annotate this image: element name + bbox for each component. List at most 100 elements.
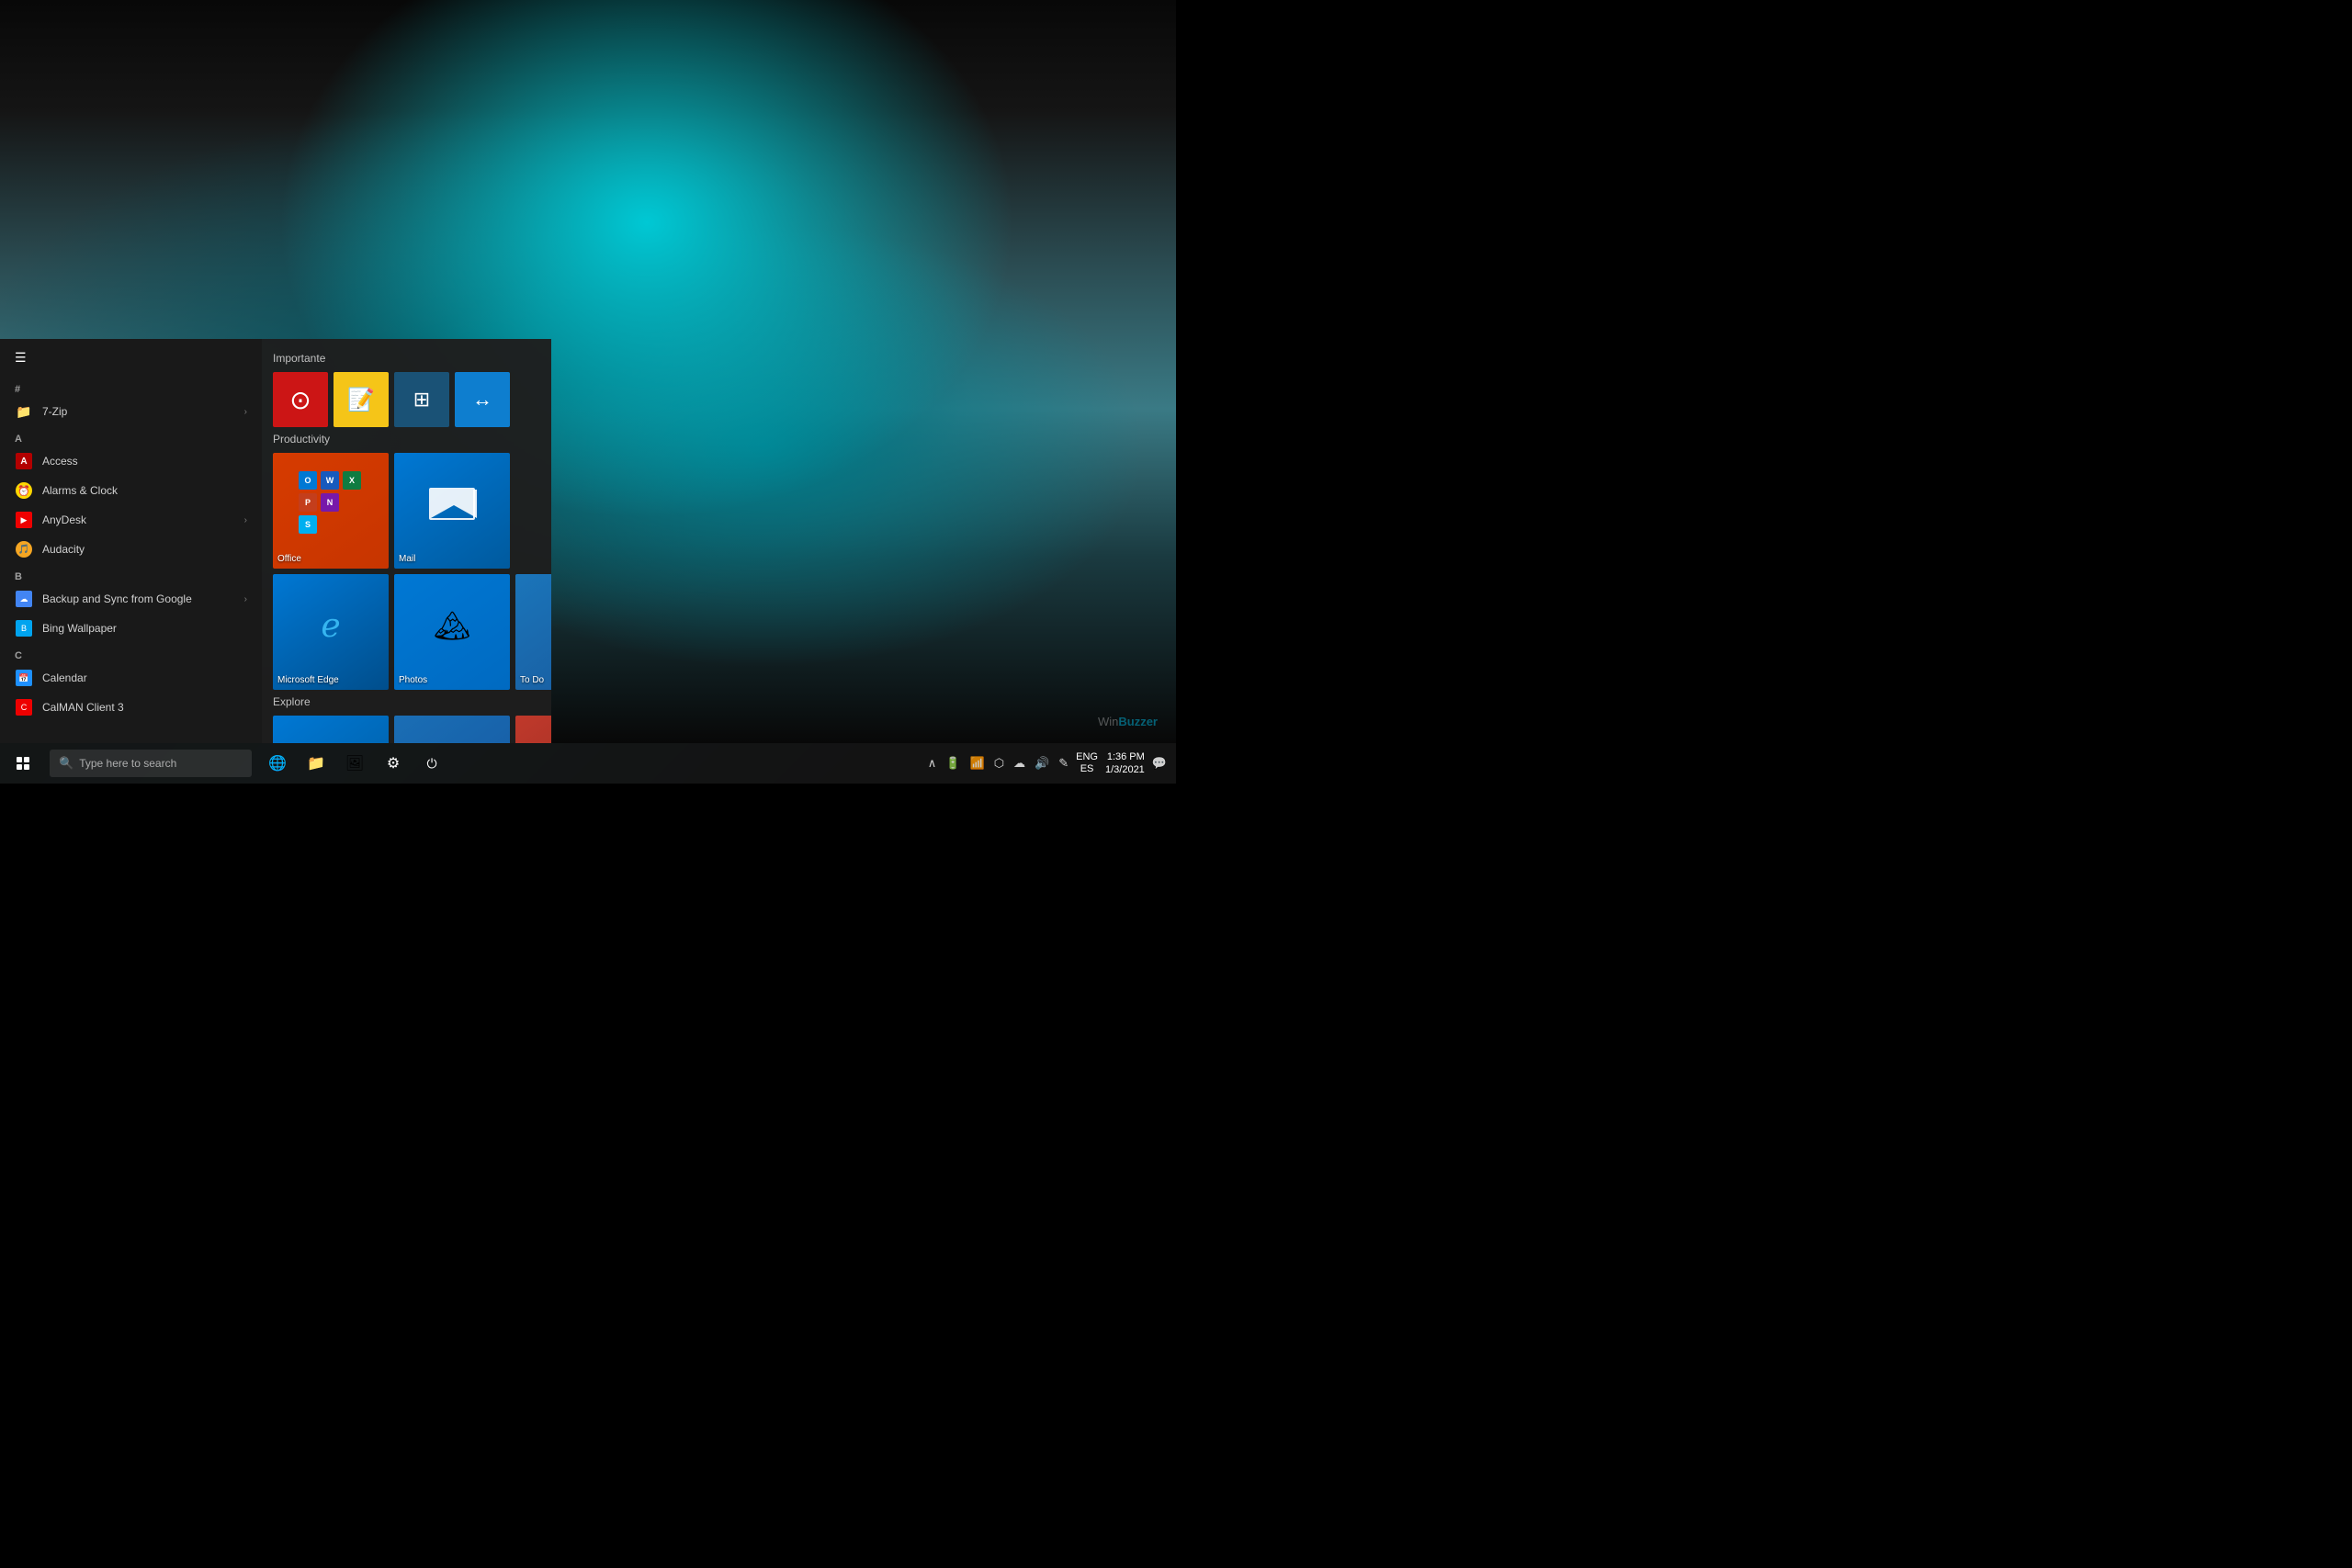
app-item-alarms[interactable]: ⏰ Alarms & Clock <box>0 476 262 505</box>
section-hash: # <box>0 380 262 397</box>
app-item-7zip[interactable]: 📁 7-Zip › <box>0 397 262 426</box>
search-placeholder: Type here to search <box>79 757 176 770</box>
tile-office-name: Office <box>277 554 301 565</box>
empty-icon3 <box>343 515 361 534</box>
word-icon: W <box>321 471 339 490</box>
app-name-bing: Bing Wallpaper <box>42 622 117 635</box>
tray-wifi-icon[interactable]: ⬡ <box>994 756 1004 771</box>
app-name-audacity: Audacity <box>42 543 85 556</box>
anydesk-icon: ▶ <box>16 512 32 528</box>
app-icon-access: A <box>15 452 33 470</box>
section-b: B <box>0 568 262 584</box>
language-primary: ENG <box>1076 751 1098 763</box>
tray-weather-icon[interactable]: ☁ <box>1013 756 1025 771</box>
win-key-bl <box>17 764 22 770</box>
watermark: WinBuzzer <box>1098 715 1158 728</box>
taskbar-pinned-apps: 🌐 📁 🖼 ⚙ ⏻ <box>259 743 450 784</box>
outlook-icon: O <box>299 471 317 490</box>
taskbar-app-photos[interactable]: 🖼 <box>336 743 373 784</box>
tile-opera[interactable]: ⊙ <box>273 372 328 427</box>
start-button[interactable] <box>0 743 46 784</box>
app-list: # 📁 7-Zip › A A Access <box>0 377 262 743</box>
app-icon-7zip: 📁 <box>15 402 33 421</box>
tile-news[interactable]: 👤 News <box>515 716 551 743</box>
language-secondary: ES <box>1080 763 1094 775</box>
tile-todo-name: To Do <box>520 675 544 686</box>
tile-stickynotes[interactable]: 📝 <box>334 372 389 427</box>
tile-store[interactable]: 🛍 Microsoft Store <box>273 716 389 743</box>
app-item-access[interactable]: A Access <box>0 446 262 476</box>
win-key-tl <box>17 757 22 762</box>
taskbar-app-files[interactable]: 📁 <box>298 743 334 784</box>
tray-network-icon[interactable]: 📶 <box>970 756 985 771</box>
app-item-anydesk[interactable]: ▶ AnyDesk › <box>0 505 262 535</box>
section-c: C <box>0 647 262 663</box>
photos-tile-icon: 🏔 <box>434 608 471 643</box>
app-item-backup[interactable]: ☁ Backup and Sync from Google › <box>0 584 262 614</box>
start-menu: ☰ # 📁 7-Zip › A A Acc <box>0 339 551 743</box>
taskbar-app-settings[interactable]: ⚙ <box>375 743 412 784</box>
chevron-icon-backup: › <box>244 594 247 604</box>
clock-date: 1/3/2021 <box>1105 763 1145 776</box>
search-icon: 🔍 <box>59 756 74 771</box>
tile-teamviewer[interactable]: ↔ <box>455 372 510 427</box>
start-menu-header: ☰ <box>0 339 262 377</box>
tile-edge[interactable]: ℯ Microsoft Edge <box>273 574 389 690</box>
tile-mail[interactable]: Mail <box>394 453 510 569</box>
weather-content: ☀ Sunny 43° 43° / 32° Madrid <box>394 716 510 743</box>
chevron-icon-anydesk: › <box>244 515 247 525</box>
taskbar-language[interactable]: ENG ES <box>1076 751 1098 775</box>
clock-time: 1:36 PM <box>1107 750 1145 763</box>
tile-photos[interactable]: 🏔 Photos <box>394 574 510 690</box>
tile-office[interactable]: O W X P N S Office <box>273 453 389 569</box>
tiles-panel: Importante ⊙ 📝 ⊞ ↔ Productivity <box>262 339 551 743</box>
taskbar-search[interactable]: 🔍 Type here to search <box>50 750 252 777</box>
onenote-icon: N <box>321 493 339 512</box>
taskbar: 🔍 Type here to search 🌐 📁 🖼 ⚙ ⏻ ∧ 🔋 📶 ⬡ … <box>0 743 1176 784</box>
notifications-icon[interactable]: 💬 <box>1152 756 1167 771</box>
section-title-productivity: Productivity <box>273 433 540 446</box>
app-name-7zip: 7-Zip <box>42 405 67 418</box>
tray-battery-icon[interactable]: 🔋 <box>945 756 960 771</box>
weather-icon: ☀ <box>401 740 422 743</box>
tile-photos-name: Photos <box>399 675 427 686</box>
excel-icon: X <box>343 471 361 490</box>
app-icon-alarms: ⏰ <box>15 481 33 500</box>
win-key-tr <box>24 757 29 762</box>
access-icon: A <box>16 453 32 469</box>
mail-envelope-icon <box>429 488 475 520</box>
edge-icon: ℯ <box>321 606 340 645</box>
tile-todo[interactable]: ✔ To Do <box>515 574 551 690</box>
tile-weather[interactable]: ☀ Sunny 43° 43° / 32° Madrid <box>394 716 510 743</box>
app-item-calendar[interactable]: 📅 Calendar <box>0 663 262 693</box>
calendar-icon: 📅 <box>16 670 32 686</box>
win-key-br <box>24 764 29 770</box>
tray-volume-icon[interactable]: 🔊 <box>1035 756 1049 771</box>
section-title-importante: Importante <box>273 352 540 365</box>
app-name-access: Access <box>42 455 78 468</box>
tray-edit-icon[interactable]: ✎ <box>1058 756 1069 771</box>
taskbar-clock[interactable]: 1:36 PM 1/3/2021 <box>1105 750 1145 777</box>
empty-icon2 <box>321 515 339 534</box>
app-icon-audacity: 🎵 <box>15 540 33 558</box>
taskbar-system-tray: ∧ 🔋 📶 ⬡ ☁ 🔊 ✎ ENG ES 1:36 PM 1/3/2021 💬 <box>928 750 1176 777</box>
section-a: A <box>0 430 262 446</box>
app-name-anydesk: AnyDesk <box>42 513 86 526</box>
app-item-audacity[interactable]: 🎵 Audacity <box>0 535 262 564</box>
tile-vmware[interactable]: ⊞ <box>394 372 449 427</box>
app-item-bing[interactable]: B Bing Wallpaper <box>0 614 262 643</box>
bing-icon: B <box>16 620 32 637</box>
skype-icon: S <box>299 515 317 534</box>
app-icon-calendar: 📅 <box>15 669 33 687</box>
app-name-calman: CalMAN Client 3 <box>42 701 124 714</box>
tray-arrow-icon[interactable]: ∧ <box>928 756 937 771</box>
productivity-tiles-row-2: ℯ Microsoft Edge 🏔 Photos ✔ To Do <box>273 574 540 690</box>
calman-icon: C <box>16 699 32 716</box>
importante-tiles-row: ⊙ 📝 ⊞ ↔ <box>273 372 540 427</box>
productivity-tiles-row-1: O W X P N S Office Mail <box>273 453 540 569</box>
tile-edge-name: Microsoft Edge <box>277 675 339 686</box>
taskbar-app-internet[interactable]: 🌐 <box>259 743 296 784</box>
taskbar-app-power[interactable]: ⏻ <box>413 743 450 784</box>
hamburger-button[interactable]: ☰ <box>11 346 30 369</box>
app-item-calman[interactable]: C CalMAN Client 3 <box>0 693 262 722</box>
